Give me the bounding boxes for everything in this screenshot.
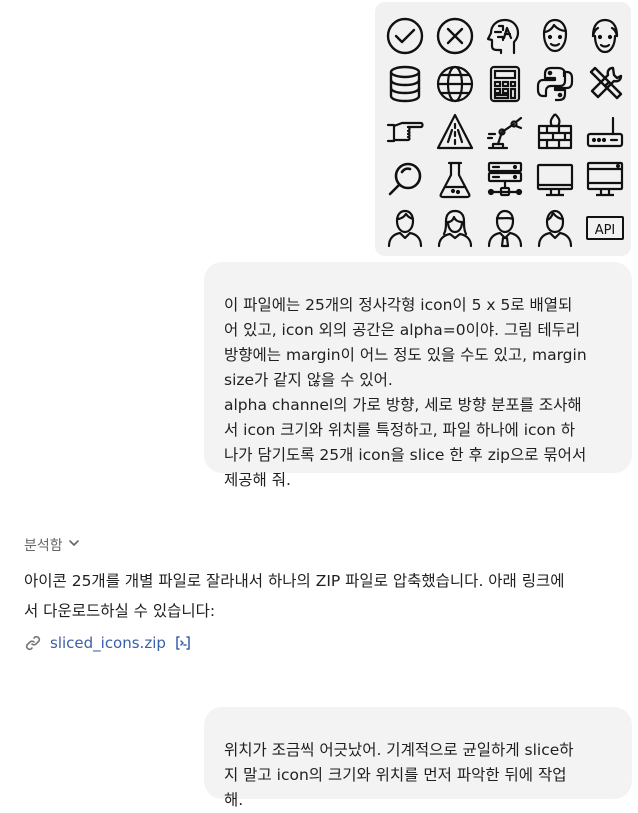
- man-avatar-2-icon: [535, 208, 575, 248]
- firewall-icon: [535, 112, 575, 152]
- database-icon: [385, 64, 425, 104]
- code-interpreter-icon[interactable]: [174, 634, 192, 652]
- user-message-bubble-2: 위치가 조금씩 어긋났어. 기계적으로 균일하게 slice하 지 말고 ico…: [204, 707, 632, 809]
- man-face-icon: [535, 16, 575, 56]
- check-circle-icon: [385, 16, 425, 56]
- calculator-icon: [485, 64, 525, 104]
- assistant-message-text: 아이콘 25개를 개별 파일로 잘라내서 하나의 ZIP 파일로 압축했습니다.…: [24, 572, 565, 620]
- flask-icon: [435, 160, 475, 200]
- user-message-text-2: 위치가 조금씩 어긋났어. 기계적으로 균일하게 slice하 지 말고 ico…: [224, 741, 574, 809]
- user-message-bubble: 이 파일에는 25개의 정사각형 icon이 5 x 5로 배열되 어 있고, …: [204, 262, 632, 489]
- tools-icon: [585, 64, 625, 104]
- robot-arm-icon: [485, 112, 525, 152]
- x-circle-icon: [435, 16, 475, 56]
- pointing-hand-icon: [385, 112, 425, 152]
- link-icon: [24, 634, 42, 652]
- uploaded-image[interactable]: API: [375, 2, 631, 256]
- desktop-computer-icon: [585, 160, 625, 200]
- magnifier-icon: [385, 160, 425, 200]
- server-network-icon: [485, 160, 525, 200]
- ai-head-icon: [485, 16, 525, 56]
- user-message-text: 이 파일에는 25개의 정사각형 icon이 5 x 5로 배열되 어 있고, …: [224, 296, 587, 489]
- bald-man-face-icon: [585, 16, 625, 56]
- monitor-icon: [535, 160, 575, 200]
- man-tie-avatar-icon: [485, 208, 525, 248]
- analysis-toggle[interactable]: 분석함: [24, 535, 81, 555]
- chevron-down-icon: [67, 536, 81, 554]
- analysis-label: 분석함: [24, 538, 63, 554]
- icon-grid: API: [381, 14, 625, 254]
- python-logo-icon: [535, 64, 575, 104]
- file-name[interactable]: sliced_icons.zip: [50, 634, 166, 652]
- man-avatar-icon: [385, 208, 425, 248]
- api-box-icon: API: [585, 208, 625, 248]
- svg-text:API: API: [595, 223, 616, 238]
- globe-icon: [435, 64, 475, 104]
- road-warning-icon: [435, 112, 475, 152]
- router-icon: [585, 112, 625, 152]
- woman-avatar-icon: [435, 208, 475, 248]
- download-file-link[interactable]: sliced_icons.zip: [24, 634, 192, 652]
